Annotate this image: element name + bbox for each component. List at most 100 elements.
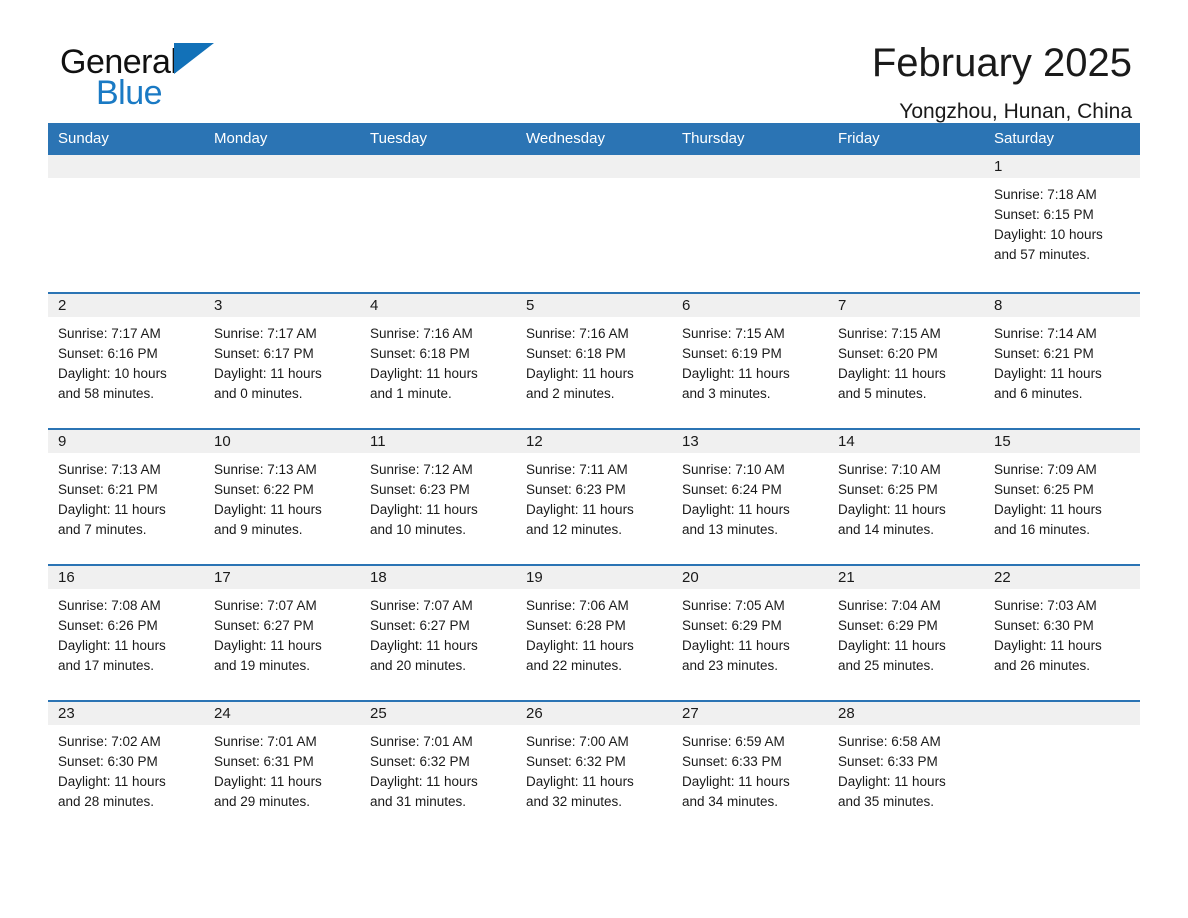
day-cell-inner: 1 Sunrise: 7:18 AM Sunset: 6:15 PM Daylight… (984, 155, 1140, 292)
title-block: February 2025 Yongzhou, Hunan, China (872, 42, 1140, 123)
day-details: Sunrise: 7:03 AM Sunset: 6:30 PM Daylight:… (984, 589, 1140, 686)
calendar-day-cell[interactable]: 19 Sunrise: 7:06 AM Sunset: 6:28 PM Dayligh… (516, 564, 672, 701)
calendar-day-cell[interactable]: 15 Sunrise: 7:09 AM Sunset: 6:25 PM Dayligh… (984, 428, 1140, 565)
daylight-duration-line1: Daylight: 11 hours (370, 638, 478, 653)
calendar-day-cell[interactable]: 23 Sunrise: 7:02 AM Sunset: 6:30 PM Dayligh… (48, 700, 204, 836)
sunset-time: Sunset: 6:30 PM (994, 618, 1094, 633)
day-cell-inner: 15 Sunrise: 7:09 AM Sunset: 6:25 PM Dayligh… (984, 430, 1140, 564)
day-cell-inner (984, 702, 1140, 836)
calendar-day-cell[interactable]: 6 Sunrise: 7:15 AM Sunset: 6:19 PM Daylight… (672, 292, 828, 429)
day-number: 20 (672, 566, 828, 589)
day-details: Sunrise: 7:10 AM Sunset: 6:24 PM Daylight:… (672, 453, 828, 550)
daylight-duration-line1: Daylight: 10 hours (58, 366, 167, 381)
calendar-day-cell[interactable]: 22 Sunrise: 7:03 AM Sunset: 6:30 PM Dayligh… (984, 564, 1140, 701)
day-details: Sunrise: 7:00 AM Sunset: 6:32 PM Daylight:… (516, 725, 672, 822)
sunrise-time: Sunrise: 7:07 AM (214, 598, 317, 613)
day-number: 11 (360, 430, 516, 453)
sunset-time: Sunset: 6:24 PM (682, 482, 782, 497)
day-details: Sunrise: 6:58 AM Sunset: 6:33 PM Daylight:… (828, 725, 984, 822)
calendar-day-cell[interactable]: 2 Sunrise: 7:17 AM Sunset: 6:16 PM Daylight… (48, 292, 204, 429)
day-details: Sunrise: 7:13 AM Sunset: 6:22 PM Daylight:… (204, 453, 360, 550)
day-details (48, 178, 204, 278)
location-subtitle: Yongzhou, Hunan, China (899, 100, 1132, 123)
daylight-duration-line2: and 1 minute. (370, 386, 452, 401)
day-number: 10 (204, 430, 360, 453)
daylight-duration-line1: Daylight: 11 hours (214, 502, 322, 517)
calendar-day-cell[interactable]: 16 Sunrise: 7:08 AM Sunset: 6:26 PM Dayligh… (48, 564, 204, 701)
logo-bottom-row: Blue (60, 76, 298, 110)
sunrise-time: Sunrise: 7:06 AM (526, 598, 629, 613)
calendar-day-cell[interactable]: 5 Sunrise: 7:16 AM Sunset: 6:18 PM Daylight… (516, 292, 672, 429)
day-cell-inner: 11 Sunrise: 7:12 AM Sunset: 6:23 PM Dayligh… (360, 430, 516, 564)
daylight-duration-line2: and 14 minutes. (838, 522, 935, 537)
daylight-duration-line2: and 57 minutes. (994, 247, 1091, 262)
day-number (204, 155, 360, 178)
weekday-header-friday: Friday (828, 123, 984, 155)
calendar-day-cell[interactable]: 18 Sunrise: 7:07 AM Sunset: 6:27 PM Dayligh… (360, 564, 516, 701)
calendar-day-cell[interactable]: 12 Sunrise: 7:11 AM Sunset: 6:23 PM Dayligh… (516, 428, 672, 565)
calendar-empty-cell (516, 155, 672, 293)
sunset-time: Sunset: 6:28 PM (526, 618, 626, 633)
calendar-day-cell[interactable]: 21 Sunrise: 7:04 AM Sunset: 6:29 PM Dayligh… (828, 564, 984, 701)
calendar-week-row: 2 Sunrise: 7:17 AM Sunset: 6:16 PM Daylight… (48, 292, 1140, 429)
day-details (360, 178, 516, 278)
sunrise-time: Sunrise: 7:15 AM (838, 326, 941, 341)
day-cell-inner (516, 155, 672, 292)
generalblue-logo[interactable]: General Blue (48, 42, 298, 120)
daylight-duration-line2: and 16 minutes. (994, 522, 1091, 537)
sunset-time: Sunset: 6:25 PM (838, 482, 938, 497)
calendar-day-cell[interactable]: 20 Sunrise: 7:05 AM Sunset: 6:29 PM Dayligh… (672, 564, 828, 701)
calendar-day-cell[interactable]: 17 Sunrise: 7:07 AM Sunset: 6:27 PM Dayligh… (204, 564, 360, 701)
calendar-day-cell[interactable]: 9 Sunrise: 7:13 AM Sunset: 6:21 PM Daylight… (48, 428, 204, 565)
calendar-day-cell[interactable]: 3 Sunrise: 7:17 AM Sunset: 6:17 PM Daylight… (204, 292, 360, 429)
sunset-time: Sunset: 6:15 PM (994, 207, 1094, 222)
calendar-day-cell[interactable]: 13 Sunrise: 7:10 AM Sunset: 6:24 PM Dayligh… (672, 428, 828, 565)
calendar-page: General Blue February 2025 Yongzhou, Hun… (0, 0, 1188, 918)
day-cell-inner: 20 Sunrise: 7:05 AM Sunset: 6:29 PM Dayligh… (672, 566, 828, 700)
day-number: 9 (48, 430, 204, 453)
sunrise-time: Sunrise: 6:59 AM (682, 734, 785, 749)
calendar-day-cell[interactable]: 8 Sunrise: 7:14 AM Sunset: 6:21 PM Daylight… (984, 292, 1140, 429)
calendar-empty-cell (828, 155, 984, 293)
day-cell-inner: 26 Sunrise: 7:00 AM Sunset: 6:32 PM Dayligh… (516, 702, 672, 836)
calendar-day-cell[interactable]: 27 Sunrise: 6:59 AM Sunset: 6:33 PM Dayligh… (672, 700, 828, 836)
daylight-duration-line2: and 7 minutes. (58, 522, 147, 537)
calendar-day-cell[interactable]: 28 Sunrise: 6:58 AM Sunset: 6:33 PM Dayligh… (828, 700, 984, 836)
daylight-duration-line2: and 25 minutes. (838, 658, 935, 673)
day-details: Sunrise: 7:11 AM Sunset: 6:23 PM Daylight:… (516, 453, 672, 550)
calendar-day-cell[interactable]: 24 Sunrise: 7:01 AM Sunset: 6:31 PM Dayligh… (204, 700, 360, 836)
calendar-body: 1 Sunrise: 7:18 AM Sunset: 6:15 PM Daylight… (48, 155, 1140, 836)
sunset-time: Sunset: 6:32 PM (526, 754, 626, 769)
day-details: Sunrise: 7:01 AM Sunset: 6:31 PM Daylight:… (204, 725, 360, 822)
calendar-day-cell[interactable]: 11 Sunrise: 7:12 AM Sunset: 6:23 PM Dayligh… (360, 428, 516, 565)
daylight-duration-line1: Daylight: 11 hours (526, 638, 634, 653)
calendar-day-cell[interactable]: 7 Sunrise: 7:15 AM Sunset: 6:20 PM Daylight… (828, 292, 984, 429)
daylight-duration-line1: Daylight: 11 hours (682, 366, 790, 381)
sunrise-time: Sunrise: 7:05 AM (682, 598, 785, 613)
day-number: 7 (828, 294, 984, 317)
calendar-day-cell[interactable]: 1 Sunrise: 7:18 AM Sunset: 6:15 PM Daylight… (984, 155, 1140, 293)
daylight-duration-line2: and 19 minutes. (214, 658, 311, 673)
calendar-day-cell[interactable]: 26 Sunrise: 7:00 AM Sunset: 6:32 PM Dayligh… (516, 700, 672, 836)
day-details: Sunrise: 7:16 AM Sunset: 6:18 PM Daylight:… (360, 317, 516, 414)
day-details: Sunrise: 7:14 AM Sunset: 6:21 PM Daylight:… (984, 317, 1140, 414)
daylight-duration-line1: Daylight: 11 hours (838, 502, 946, 517)
daylight-duration-line1: Daylight: 11 hours (526, 774, 634, 789)
page-title: February 2025 (871, 41, 1132, 85)
daylight-duration-line2: and 32 minutes. (526, 794, 623, 809)
sunrise-time: Sunrise: 7:15 AM (682, 326, 785, 341)
day-number: 17 (204, 566, 360, 589)
sunset-time: Sunset: 6:32 PM (370, 754, 470, 769)
day-number (48, 155, 204, 178)
calendar-day-cell[interactable]: 10 Sunrise: 7:13 AM Sunset: 6:22 PM Dayligh… (204, 428, 360, 565)
sunset-time: Sunset: 6:19 PM (682, 346, 782, 361)
calendar-day-cell[interactable]: 14 Sunrise: 7:10 AM Sunset: 6:25 PM Dayligh… (828, 428, 984, 565)
calendar-day-cell[interactable]: 25 Sunrise: 7:01 AM Sunset: 6:32 PM Dayligh… (360, 700, 516, 836)
calendar-day-cell[interactable]: 4 Sunrise: 7:16 AM Sunset: 6:18 PM Daylight… (360, 292, 516, 429)
daylight-duration-line1: Daylight: 11 hours (58, 638, 166, 653)
day-details: Sunrise: 7:10 AM Sunset: 6:25 PM Daylight:… (828, 453, 984, 550)
weekday-header-thursday: Thursday (672, 123, 828, 155)
day-details: Sunrise: 7:15 AM Sunset: 6:20 PM Daylight:… (828, 317, 984, 414)
sunset-time: Sunset: 6:16 PM (58, 346, 158, 361)
day-cell-inner: 28 Sunrise: 6:58 AM Sunset: 6:33 PM Dayligh… (828, 702, 984, 836)
